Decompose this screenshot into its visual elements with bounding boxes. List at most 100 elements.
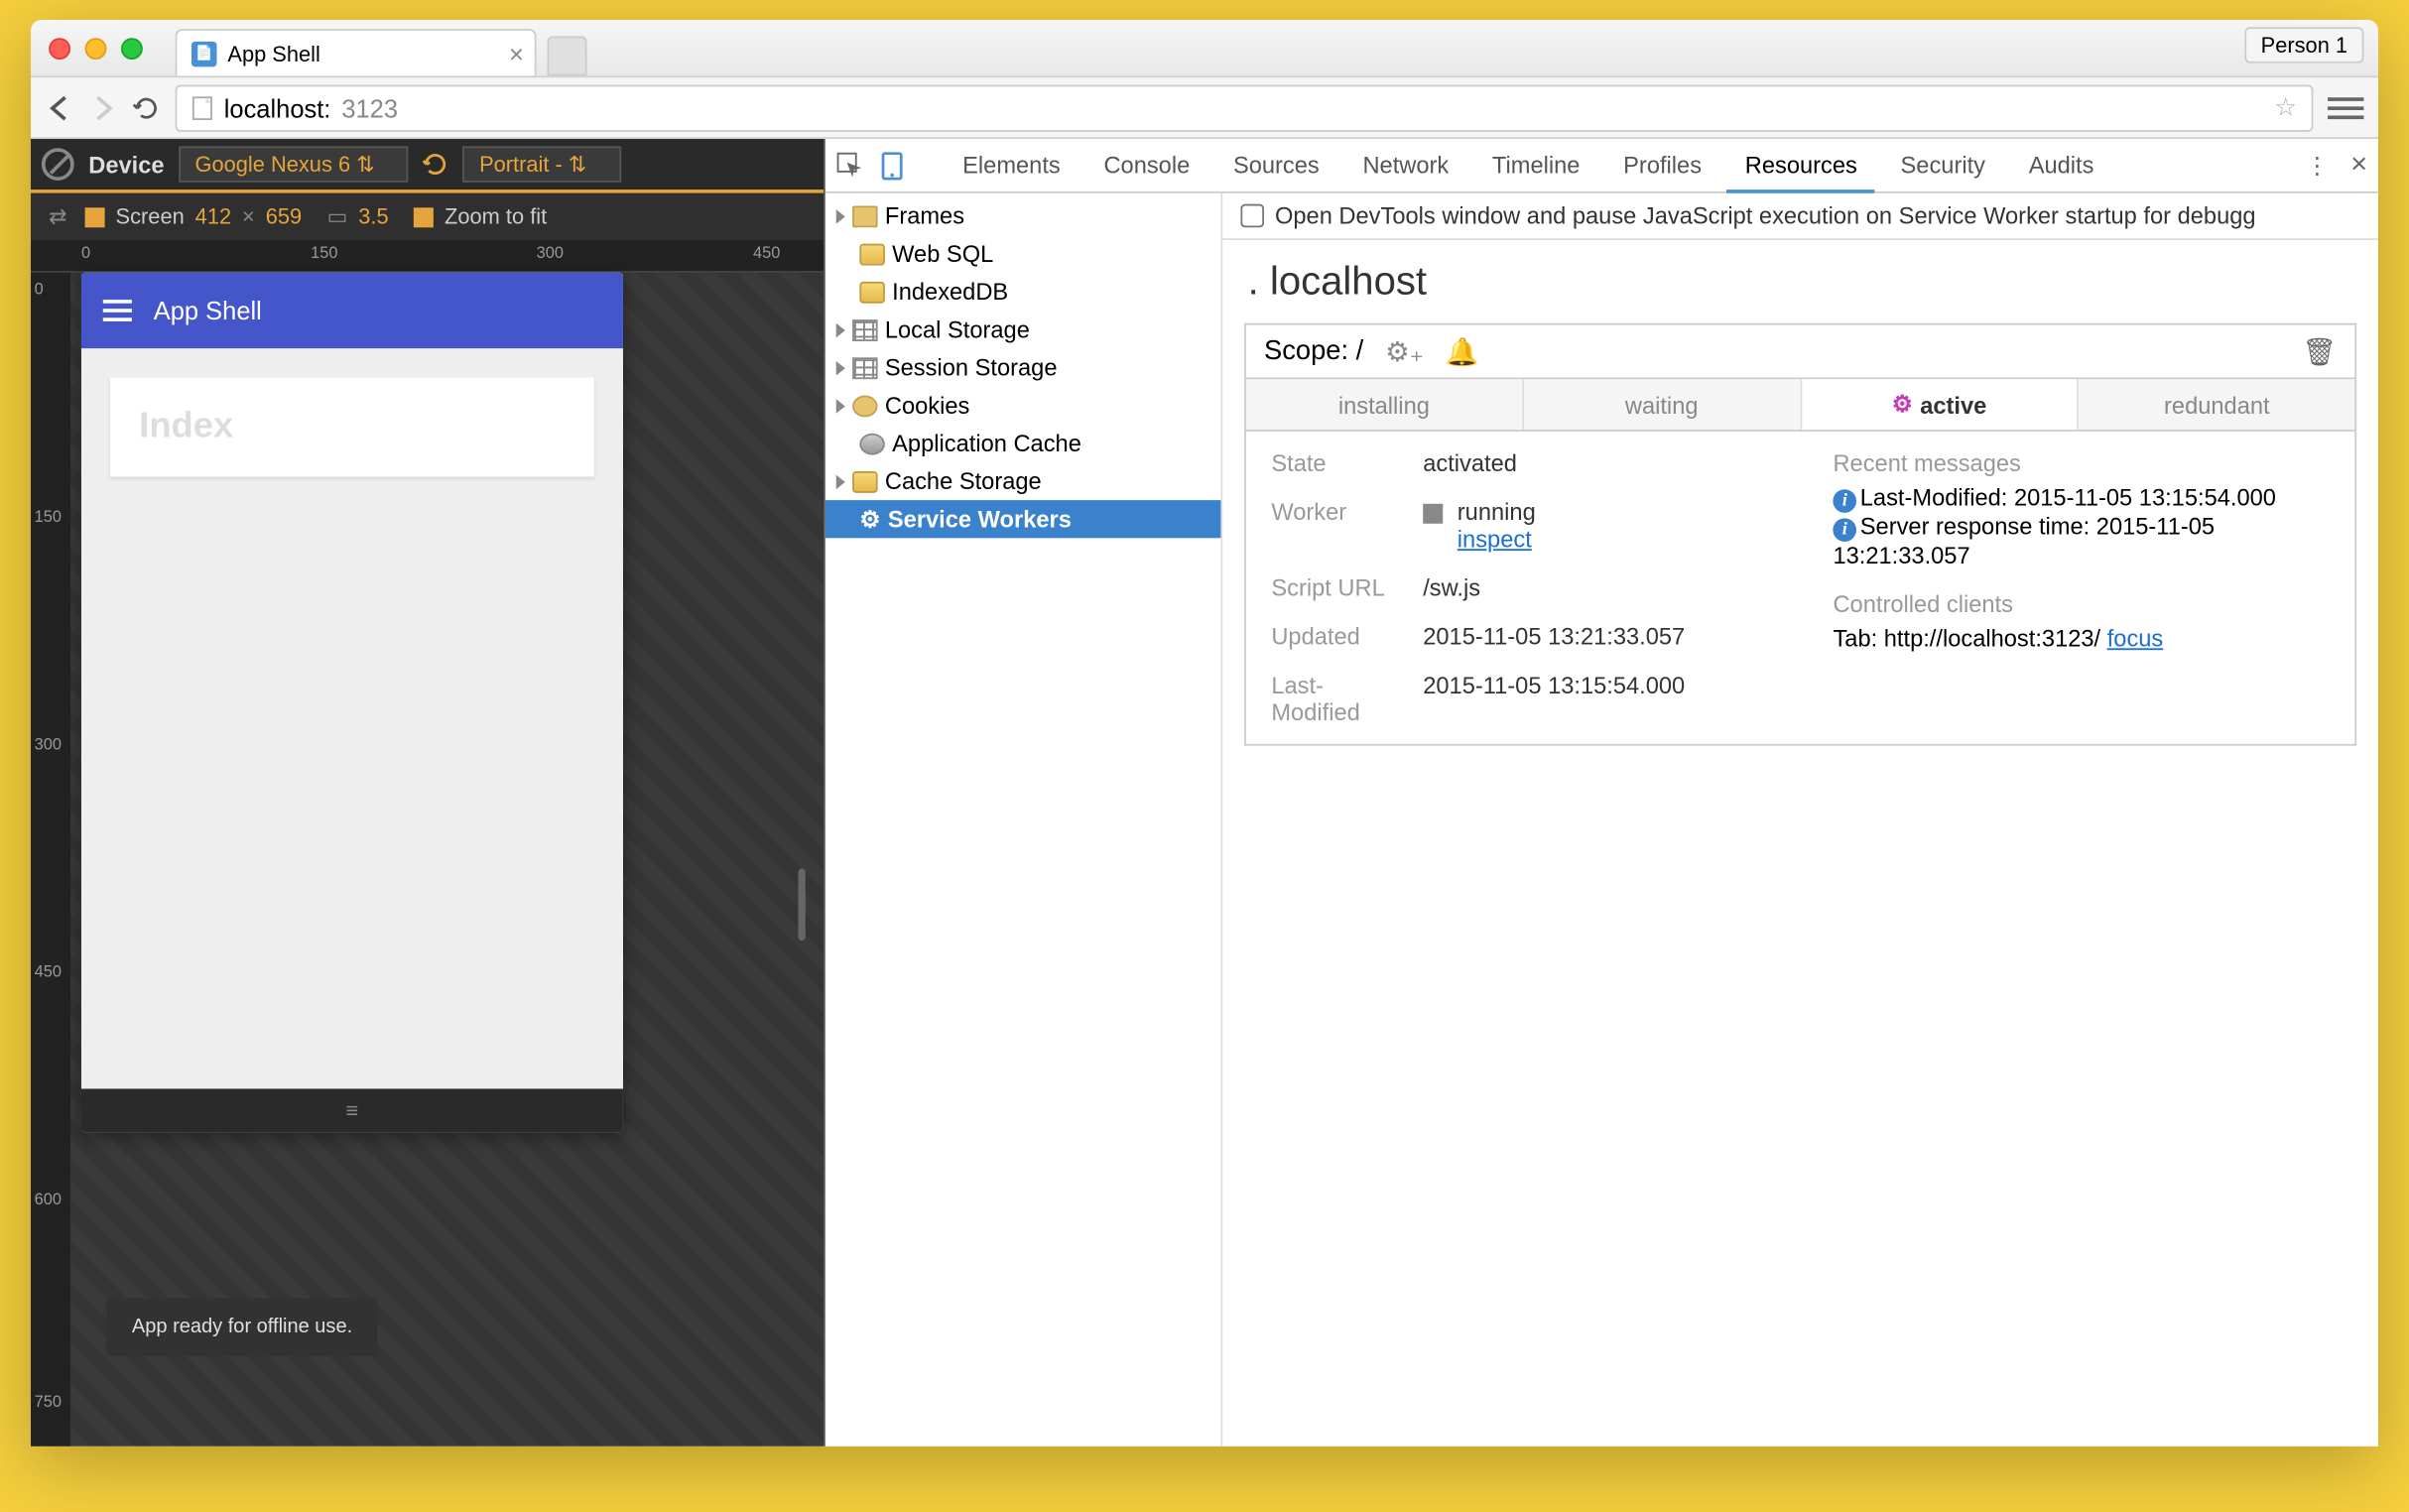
- controlled-clients-title: Controlled clients: [1833, 590, 2329, 617]
- sw-scope-label: Scope: /: [1264, 336, 1363, 367]
- favicon-icon: 📄: [191, 41, 216, 65]
- worker-label: Worker: [1271, 498, 1394, 553]
- device-select[interactable]: Google Nexus 6 ⇅: [179, 146, 409, 182]
- lc-redundant[interactable]: redundant: [2079, 379, 2354, 430]
- titlebar: 📄 App Shell × Person 1: [31, 20, 2378, 77]
- tree-cookies[interactable]: Cookies: [825, 386, 1221, 424]
- screen-height[interactable]: 659: [266, 204, 302, 229]
- minimize-window-button[interactable]: [85, 37, 107, 59]
- tree-frames[interactable]: Frames: [825, 196, 1221, 234]
- worker-status: running: [1458, 498, 1536, 525]
- bookmark-star-icon[interactable]: ☆: [2274, 92, 2297, 123]
- zoom-label: Zoom to fit: [444, 204, 547, 229]
- sw-details: Stateactivated Worker running inspect Sc…: [1244, 432, 2356, 746]
- sw-settings-icon[interactable]: ⚙₊: [1385, 335, 1424, 368]
- recent-messages-title: Recent messages: [1833, 449, 2329, 476]
- devtools-tabs: Elements Console Sources Network Timelin…: [825, 139, 2378, 193]
- sw-bell-icon[interactable]: 🔔: [1446, 335, 1479, 368]
- tree-appcache[interactable]: Application Cache: [825, 425, 1221, 462]
- tree-localstorage[interactable]: Local Storage: [825, 311, 1221, 348]
- page-icon: [191, 95, 213, 120]
- dpr-value[interactable]: 3.5: [358, 204, 388, 229]
- vertical-ruler: 0 150 300 450 600 750: [31, 273, 70, 1447]
- rotate-reload-icon[interactable]: [424, 152, 448, 177]
- inspect-element-icon[interactable]: [836, 151, 865, 180]
- screen-width[interactable]: 412: [195, 204, 231, 229]
- sw-delete-icon[interactable]: 🗑: [2302, 335, 2337, 368]
- disable-emulation-icon[interactable]: [42, 148, 74, 181]
- app-body: Index: [81, 348, 623, 1088]
- tab-sources[interactable]: Sources: [1215, 139, 1337, 191]
- traffic-lights: [49, 37, 143, 59]
- tree-cachestorage[interactable]: Cache Storage: [825, 462, 1221, 500]
- state-value: activated: [1423, 449, 1517, 476]
- gear-icon: ⚙: [859, 505, 880, 534]
- sw-pause-checkbox[interactable]: [1240, 204, 1264, 228]
- url-port: 3123: [341, 93, 398, 122]
- index-card: Index: [110, 377, 594, 476]
- tree-websql[interactable]: Web SQL: [825, 235, 1221, 273]
- tab-profiles[interactable]: Profiles: [1605, 139, 1719, 191]
- zoom-checkbox[interactable]: [414, 206, 434, 226]
- browser-tab[interactable]: 📄 App Shell ×: [176, 29, 537, 75]
- script-value: /sw.js: [1423, 574, 1480, 601]
- screen-checkbox[interactable]: [85, 206, 105, 226]
- back-button[interactable]: [46, 93, 74, 122]
- app-header: App Shell: [81, 273, 623, 348]
- tab-security[interactable]: Security: [1882, 139, 2003, 191]
- times-symbol: ×: [242, 204, 255, 229]
- devtools-panel: Elements Console Sources Network Timelin…: [825, 139, 2378, 1447]
- browser-menu-button[interactable]: [2328, 89, 2363, 125]
- recent-message-2: iServer response time: 2015-11-05 13:21:…: [1833, 513, 2329, 568]
- focus-link[interactable]: focus: [2107, 625, 2164, 652]
- close-tab-button[interactable]: ×: [509, 39, 524, 67]
- tab-network[interactable]: Network: [1344, 139, 1466, 191]
- modified-value: 2015-11-05 13:15:54.000: [1423, 672, 1685, 726]
- browser-toolbar: localhost:3123 ☆: [31, 77, 2378, 139]
- profile-button[interactable]: Person 1: [2244, 27, 2363, 63]
- recent-message-1: iLast-Modified: 2015-11-05 13:15:54.000: [1833, 484, 2329, 513]
- sw-lifecycle-tabs: installing waiting ⚙active redundant: [1244, 377, 2356, 432]
- device-emulator-panel: Device Google Nexus 6 ⇅ Portrait ‑ ⇅ ⇄ S…: [31, 139, 825, 1447]
- sw-host-heading: . localhost: [1222, 240, 2378, 323]
- device-sub-toolbar: ⇄ Screen 412 × 659 ▭ 3.5 Zoom to fit: [31, 193, 824, 240]
- scrollbar-handle[interactable]: [799, 868, 806, 941]
- devtools-close-icon[interactable]: ×: [2350, 149, 2367, 182]
- lc-installing[interactable]: installing: [1246, 379, 1524, 430]
- new-tab-button[interactable]: [548, 36, 587, 75]
- emulated-device: App Shell Index ≡: [81, 273, 623, 1132]
- service-worker-panel: Open DevTools window and pause JavaScrip…: [1222, 193, 2378, 1447]
- tree-sessionstorage[interactable]: Session Storage: [825, 348, 1221, 386]
- tree-serviceworkers[interactable]: ⚙Service Workers: [825, 500, 1221, 538]
- browser-window: 📄 App Shell × Person 1 localhost:3123 ☆: [31, 20, 2378, 1447]
- info-icon: i: [1833, 518, 1856, 542]
- phone-chin: ≡: [81, 1088, 623, 1132]
- orientation-select[interactable]: Portrait ‑ ⇅: [463, 146, 621, 182]
- lc-active[interactable]: ⚙active: [1802, 379, 2080, 430]
- tab-elements[interactable]: Elements: [945, 139, 1078, 191]
- screen-label: Screen: [116, 204, 185, 229]
- hamburger-icon[interactable]: [103, 300, 132, 321]
- maximize-window-button[interactable]: [121, 37, 143, 59]
- tab-audits[interactable]: Audits: [2010, 139, 2111, 191]
- devtools-menu-icon[interactable]: ⋮: [2306, 151, 2330, 180]
- sw-pause-option: Open DevTools window and pause JavaScrip…: [1222, 193, 2378, 240]
- tab-resources[interactable]: Resources: [1727, 140, 1875, 192]
- tab-timeline[interactable]: Timeline: [1474, 139, 1598, 191]
- inspect-link[interactable]: inspect: [1458, 526, 1532, 553]
- resources-tree: Frames Web SQL IndexedDB Local Storage S…: [825, 193, 1222, 1447]
- modified-label: Last-Modified: [1271, 672, 1394, 726]
- controlled-client-row: Tab: http://localhost:3123/ focus: [1833, 625, 2329, 652]
- close-window-button[interactable]: [49, 37, 70, 59]
- device-label: Device: [88, 151, 164, 178]
- horizontal-ruler: 0 150 300 450: [31, 240, 824, 273]
- toggle-device-icon[interactable]: [872, 151, 912, 180]
- reload-button[interactable]: [132, 93, 161, 122]
- tab-console[interactable]: Console: [1085, 139, 1207, 191]
- script-label: Script URL: [1271, 574, 1394, 601]
- tree-indexeddb[interactable]: IndexedDB: [825, 273, 1221, 311]
- stop-worker-icon[interactable]: [1423, 504, 1443, 524]
- lc-waiting[interactable]: waiting: [1524, 379, 1802, 430]
- address-bar[interactable]: localhost:3123 ☆: [176, 84, 2314, 131]
- forward-button[interactable]: [88, 93, 117, 122]
